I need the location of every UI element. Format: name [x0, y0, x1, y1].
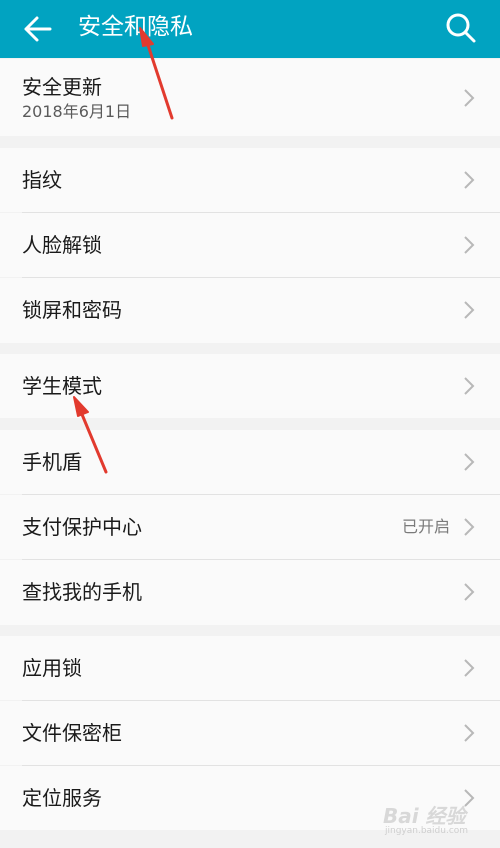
chevron-right-icon — [464, 453, 475, 471]
settings-item-find-my-phone[interactable]: 查找我的手机 — [0, 560, 500, 625]
item-label: 指纹 — [22, 168, 62, 192]
search-icon[interactable] — [444, 11, 478, 45]
watermark-logo: Bai 经验 — [383, 804, 466, 828]
chevron-right-icon — [464, 89, 475, 107]
item-label: 锁屏和密码 — [22, 298, 122, 322]
item-label: 应用锁 — [22, 656, 82, 680]
chevron-right-icon — [464, 518, 475, 536]
settings-item-security-update[interactable]: 安全更新 2018年6月1日 — [0, 59, 500, 136]
back-arrow-icon[interactable] — [22, 14, 54, 44]
chevron-right-icon — [464, 171, 475, 189]
chevron-right-icon — [464, 377, 475, 395]
update-date: 2018年6月1日 — [22, 102, 132, 121]
item-label: 文件保密柜 — [22, 721, 122, 745]
item-label: 定位服务 — [22, 786, 102, 810]
watermark-url: jingyan.baidu.com — [385, 826, 469, 836]
item-label: 手机盾 — [22, 450, 82, 474]
item-label: 查找我的手机 — [22, 580, 142, 604]
settings-item-phone-shield[interactable]: 手机盾 — [0, 430, 500, 494]
settings-item-fingerprint[interactable]: 指纹 — [0, 148, 500, 212]
chevron-right-icon — [464, 583, 475, 601]
page-title: 安全和隐私 — [78, 14, 193, 40]
settings-item-lock-screen[interactable]: 锁屏和密码 — [0, 278, 500, 343]
chevron-right-icon — [464, 724, 475, 742]
settings-item-student-mode[interactable]: 学生模式 — [0, 354, 500, 418]
watermark: Bai 经验 jingyan.baidu.com — [383, 796, 500, 848]
item-label: 安全更新 — [22, 75, 102, 99]
item-label: 学生模式 — [22, 374, 102, 398]
item-label: 支付保护中心 — [22, 515, 142, 539]
settings-item-app-lock[interactable]: 应用锁 — [0, 636, 500, 700]
app-header: 安全和隐私 — [0, 0, 500, 58]
chevron-right-icon — [464, 659, 475, 677]
item-label: 人脸解锁 — [22, 233, 102, 257]
chevron-right-icon — [464, 236, 475, 254]
chevron-right-icon — [464, 301, 475, 319]
settings-item-face-unlock[interactable]: 人脸解锁 — [0, 213, 500, 277]
settings-item-file-safe[interactable]: 文件保密柜 — [0, 701, 500, 765]
settings-item-payment-protection[interactable]: 支付保护中心 已开启 — [0, 495, 500, 559]
status-value: 已开启 — [402, 517, 451, 536]
